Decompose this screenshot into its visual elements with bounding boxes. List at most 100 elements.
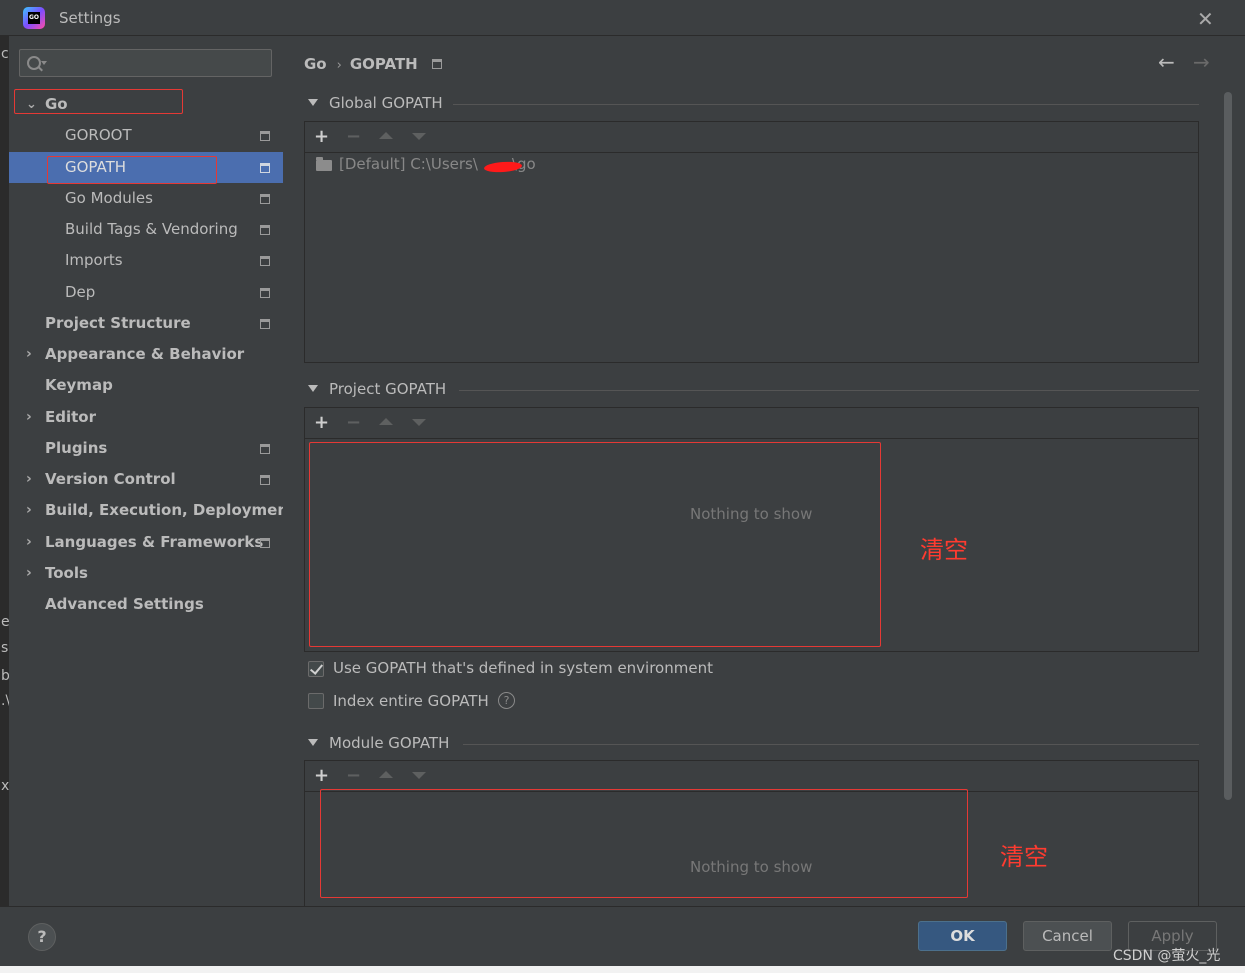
content-scrollbar[interactable] [1224,92,1232,800]
window-title: Settings [59,9,121,27]
add-icon[interactable]: + [314,412,329,434]
project-level-icon [260,163,270,173]
ok-button[interactable]: OK [918,921,1007,951]
annotation-highlight-project-gopath [309,442,881,647]
use-system-gopath-label[interactable]: Use GOPATH that's defined in system envi… [333,659,713,677]
chevron-right-icon[interactable]: › [26,339,32,370]
sidebar-item-version-control[interactable]: › Version Control [9,464,283,495]
project-gopath-section-title[interactable]: Project GOPATH [308,380,446,398]
sidebar-item-editor[interactable]: › Editor [9,402,283,433]
project-level-icon [260,194,270,204]
sidebar-item-label: Advanced Settings [45,595,204,613]
collapse-triangle-icon[interactable] [308,385,318,392]
sidebar-item-imports[interactable]: Imports [9,245,283,276]
breadcrumb-parent[interactable]: Go [304,55,327,73]
move-down-icon[interactable] [412,419,426,426]
sidebar-item-keymap[interactable]: Keymap [9,370,283,401]
project-level-icon [260,131,270,141]
chevron-right-icon[interactable]: › [26,558,32,589]
index-entire-gopath-checkbox[interactable] [308,693,324,709]
collapse-triangle-icon[interactable] [308,99,318,106]
section-divider [453,104,1199,105]
collapse-triangle-icon[interactable] [308,739,318,746]
move-up-icon[interactable] [379,418,393,425]
search-icon[interactable] [27,56,41,70]
sidebar-item-label: Imports [65,251,123,269]
use-system-gopath-checkbox[interactable] [308,661,324,677]
sidebar-item-project-structure[interactable]: Project Structure [9,308,283,339]
add-icon[interactable]: + [314,765,329,787]
sidebar-item-languages-frameworks[interactable]: › Languages & Frameworks [9,527,283,558]
project-level-icon [260,225,270,235]
chevron-right-icon[interactable]: › [26,527,32,558]
chevron-right-icon[interactable]: › [26,402,32,433]
background-window-strip: c e s b .\ x [0,36,10,906]
chevron-right-icon[interactable]: › [26,495,32,526]
sidebar-item-goroot[interactable]: GOROOT [9,120,283,151]
remove-icon[interactable]: − [346,126,361,148]
annotation-highlight-module-gopath [320,789,968,898]
title-bar: GO Settings ✕ [0,0,1245,36]
forward-arrow-icon[interactable]: → [1193,50,1210,74]
sidebar-item-label: Project Structure [45,314,191,332]
project-level-icon [260,319,270,329]
breadcrumb: Go › GOPATH [304,55,442,73]
annotation-highlight-go [14,89,183,114]
project-level-icon [431,59,442,69]
breadcrumb-current: GOPATH [349,55,418,73]
remove-icon[interactable]: − [346,765,361,787]
index-entire-gopath-label[interactable]: Index entire GOPATH [333,692,489,710]
settings-content: Go › GOPATH ← → Global GOPATH + − [Default… [283,37,1245,906]
help-button[interactable]: ? [28,923,56,951]
help-question-icon[interactable]: ? [498,692,515,709]
move-up-icon[interactable] [379,771,393,778]
sidebar-item-build-tags[interactable]: Build Tags & Vendoring [9,214,283,245]
sidebar-item-go-modules[interactable]: Go Modules [9,183,283,214]
project-level-icon [260,475,270,485]
search-options-caret-icon[interactable] [41,61,47,65]
sidebar-item-label: Editor [45,408,96,426]
global-gopath-section-title[interactable]: Global GOPATH [308,94,443,112]
sidebar-item-tools[interactable]: › Tools [9,558,283,589]
section-title-label: Module GOPATH [329,734,450,752]
sidebar-item-label: Keymap [45,376,113,394]
sidebar-item-advanced-settings[interactable]: Advanced Settings [9,589,283,620]
close-icon[interactable]: ✕ [1197,7,1214,31]
sidebar-item-label: Dep [65,283,96,301]
project-level-icon [260,444,270,454]
move-up-icon[interactable] [379,132,393,139]
background-char: s [1,640,9,656]
sidebar-item-build-execution-deployment[interactable]: › Build, Execution, Deployment [9,495,295,526]
move-down-icon[interactable] [412,772,426,779]
section-title-label: Project GOPATH [329,380,447,398]
move-down-icon[interactable] [412,133,426,140]
settings-sidebar: ⌄ Go GOROOT GOPATH Go Modules Build Tags… [9,37,295,906]
back-arrow-icon[interactable]: ← [1158,50,1175,74]
folder-icon [316,157,332,171]
breadcrumb-separator-icon: › [336,58,342,73]
sidebar-item-dep[interactable]: Dep [9,277,283,308]
sidebar-item-appearance-behavior[interactable]: › Appearance & Behavior [9,339,283,370]
sidebar-item-label: Tools [45,564,88,582]
settings-search-input[interactable] [19,49,272,77]
section-divider [459,390,1199,391]
sidebar-item-plugins[interactable]: Plugins [9,433,283,464]
goland-logo-icon: GO [23,7,45,29]
add-icon[interactable]: + [314,126,329,148]
section-title-label: Global GOPATH [329,94,443,112]
sidebar-item-label: GOROOT [65,126,132,144]
cancel-button[interactable]: Cancel [1023,921,1112,951]
sidebar-item-label: Build, Execution, Deployment [45,501,296,519]
sidebar-item-label: Go Modules [65,189,153,207]
project-level-icon [260,288,270,298]
sidebar-item-label: Languages & Frameworks [45,533,264,551]
section-divider [463,744,1199,745]
screen-bottom-edge [0,966,1245,973]
chevron-right-icon[interactable]: › [26,464,32,495]
sidebar-item-label: Version Control [45,470,176,488]
project-gopath-toolbar: + − [305,408,1198,439]
remove-icon[interactable]: − [346,412,361,434]
dialog-button-bar: ? OK Cancel Apply [0,906,1245,967]
module-gopath-section-title[interactable]: Module GOPATH [308,734,449,752]
annotation-note-clear: 清空 [920,536,968,564]
